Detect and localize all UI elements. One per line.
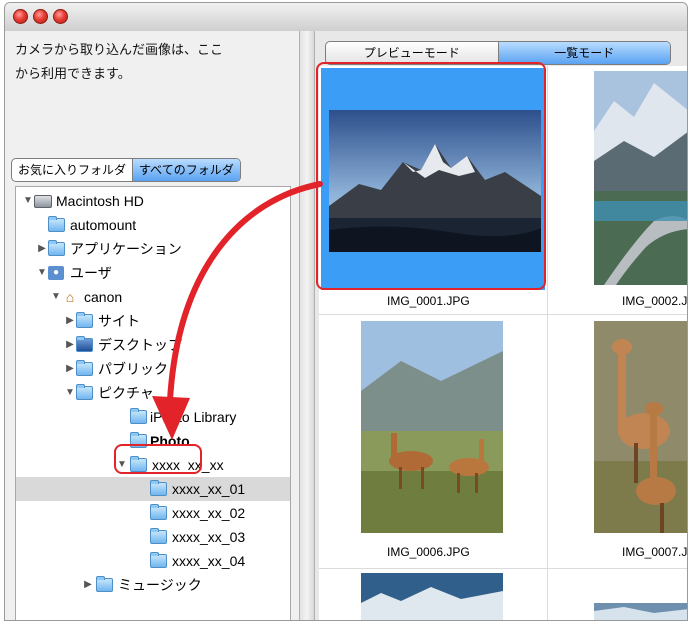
description-text: カメラから取り込んだ画像は、ここ から利用できます。 bbox=[15, 39, 285, 87]
description-line-2: から利用できます。 bbox=[15, 67, 131, 82]
folder-icon bbox=[150, 552, 167, 568]
photo-thumbnail[interactable] bbox=[361, 321, 503, 533]
tree-item-label: サイト bbox=[98, 313, 140, 329]
tree-item-xxxx-xx-03[interactable]: xxxx_xx_03 bbox=[16, 525, 290, 549]
pictures-folder-icon bbox=[76, 384, 93, 400]
tree-item-music[interactable]: ▶ ミュージック bbox=[16, 573, 290, 597]
thumbnail-cell-img-0007[interactable]: IMG_0007.J bbox=[548, 315, 688, 568]
thumbnail-caption: IMG_0002.J bbox=[622, 294, 688, 308]
photo-thumbnail[interactable] bbox=[361, 573, 503, 620]
folder-icon bbox=[150, 480, 167, 496]
tab-favorite-folders[interactable]: お気に入りフォルダ bbox=[12, 159, 132, 181]
tree-item-label: xxxx_xx_01 bbox=[172, 481, 246, 497]
disclosure-triangle-right-icon[interactable]: ▶ bbox=[64, 357, 76, 381]
tree-item-iphoto-library[interactable]: iPhoto Library bbox=[16, 405, 290, 429]
tree-item-canon[interactable]: ▼ ⌂ canon bbox=[16, 285, 290, 309]
folder-icon bbox=[48, 216, 65, 232]
tree-item-label: xxxx_xx_04 bbox=[172, 553, 246, 569]
users-folder-icon: ● bbox=[48, 266, 64, 280]
tree-item-label: ユーザ bbox=[70, 265, 112, 281]
tree-item-label: ミュージック bbox=[118, 577, 202, 593]
thumbnail-cell-partial[interactable] bbox=[548, 569, 687, 620]
disclosure-triangle-down-icon[interactable]: ▼ bbox=[22, 189, 34, 213]
tree-item-label: iPhoto Library bbox=[150, 409, 237, 425]
tree-item-label: アプリケーション bbox=[70, 241, 182, 257]
tree-item-label: canon bbox=[84, 289, 123, 305]
disclosure-triangle-down-icon[interactable]: ▼ bbox=[36, 261, 48, 285]
tree-item-public[interactable]: ▶ パブリック bbox=[16, 357, 290, 381]
tree-item-label: パブリック bbox=[98, 361, 168, 377]
tree-item-label: xxxx_xx_02 bbox=[172, 505, 246, 521]
left-pane: カメラから取り込んだ画像は、ここ から利用できます。 お気に入りフォルダ すべて… bbox=[5, 31, 299, 620]
title-bar bbox=[5, 3, 687, 32]
disclosure-triangle-down-icon[interactable]: ▼ bbox=[50, 285, 62, 309]
applications-folder-icon bbox=[48, 240, 65, 256]
desktop-folder-icon bbox=[76, 336, 93, 352]
zoom-button[interactable] bbox=[53, 9, 68, 24]
tree-item-desktop[interactable]: ▶ デスクトップ bbox=[16, 333, 290, 357]
tree-item-macintosh-hd[interactable]: ▼ Macintosh HD bbox=[16, 189, 290, 213]
folder-icon bbox=[150, 504, 167, 520]
thumbnail-cell-img-0002[interactable]: IMG_0002.J bbox=[548, 66, 688, 314]
public-folder-icon bbox=[76, 360, 93, 376]
thumbnail-caption: IMG_0001.JPG bbox=[387, 294, 470, 308]
pane-splitter[interactable] bbox=[299, 31, 315, 620]
thumbnail-caption: IMG_0007.J bbox=[622, 545, 688, 559]
disclosure-triangle-right-icon[interactable]: ▶ bbox=[36, 237, 48, 261]
disclosure-triangle-down-icon[interactable]: ▼ bbox=[64, 381, 76, 405]
tree-item-label: xxxx_xx_03 bbox=[172, 529, 246, 545]
tab-list-mode[interactable]: 一覧モード bbox=[497, 42, 670, 64]
folder-icon bbox=[76, 312, 93, 328]
home-folder-icon: ⌂ bbox=[65, 289, 75, 305]
disclosure-triangle-right-icon[interactable]: ▶ bbox=[64, 333, 76, 357]
tree-item-xxxx-xx-02[interactable]: xxxx_xx_02 bbox=[16, 501, 290, 525]
tree-item-users[interactable]: ▼ ● ユーザ bbox=[16, 261, 290, 285]
tree-item-xxxx-xx-04[interactable]: xxxx_xx_04 bbox=[16, 549, 290, 573]
photo-thumbnail[interactable] bbox=[594, 603, 687, 620]
disclosure-triangle-right-icon[interactable]: ▶ bbox=[82, 573, 94, 597]
minimize-button[interactable] bbox=[33, 9, 48, 24]
tree-item-xxxx-xx-01[interactable]: xxxx_xx_01 bbox=[16, 477, 290, 501]
photo-thumbnail[interactable] bbox=[594, 321, 687, 533]
tree-item-sites[interactable]: ▶ サイト bbox=[16, 309, 290, 333]
close-button[interactable] bbox=[13, 9, 28, 24]
tree-item-pictures[interactable]: ▼ ピクチャ bbox=[16, 381, 290, 405]
highlight-callout-photo-folder bbox=[114, 444, 202, 474]
tab-all-folders[interactable]: すべてのフォルダ bbox=[133, 159, 240, 181]
folder-icon bbox=[130, 408, 147, 424]
tree-item-label: デスクトップ bbox=[98, 337, 182, 353]
disclosure-triangle-right-icon[interactable]: ▶ bbox=[64, 309, 76, 333]
tree-item-automount[interactable]: automount bbox=[16, 213, 290, 237]
highlight-callout-selected-image bbox=[316, 62, 546, 290]
thumbnail-cell-img-0006[interactable]: IMG_0006.JPG bbox=[321, 315, 547, 568]
folder-tab-segment: お気に入りフォルダ すべてのフォルダ bbox=[11, 158, 241, 182]
photo-thumbnail[interactable] bbox=[594, 71, 687, 285]
folder-tree[interactable]: ▼ Macintosh HD automount ▶ アプリケーション ▼ ● … bbox=[15, 186, 291, 620]
tree-item-label: ピクチャ bbox=[98, 385, 154, 401]
tab-preview-mode[interactable]: プレビューモード bbox=[326, 42, 498, 64]
folder-icon bbox=[150, 528, 167, 544]
tree-item-label: automount bbox=[70, 217, 137, 233]
thumbnail-caption: IMG_0006.JPG bbox=[387, 545, 470, 559]
tree-item-applications[interactable]: ▶ アプリケーション bbox=[16, 237, 290, 261]
hard-drive-icon bbox=[34, 195, 52, 208]
thumbnail-cell-partial[interactable] bbox=[321, 569, 547, 620]
music-folder-icon bbox=[96, 576, 113, 592]
description-line-1: カメラから取り込んだ画像は、ここ bbox=[15, 43, 224, 58]
tree-item-label: Macintosh HD bbox=[56, 193, 144, 209]
